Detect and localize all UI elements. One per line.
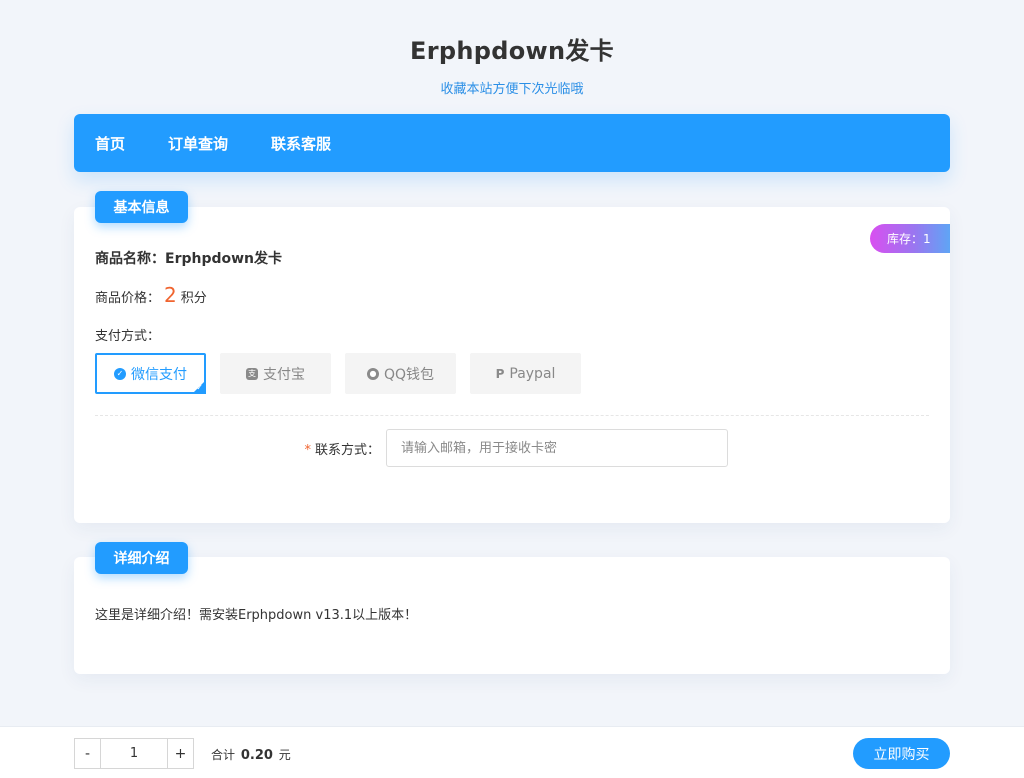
detail-text: 这里是详细介绍！需安装Erphpdown v13.1以上版本！ xyxy=(95,608,418,623)
bottom-purchase-bar: - + 合计 0.20 元 立即购买 xyxy=(0,726,1024,778)
site-title: Erphpdown发卡 xyxy=(410,37,614,65)
stock-label: 库存： xyxy=(887,232,924,246)
product-name-row: 商品名称：Erphpdown发卡 xyxy=(95,248,282,268)
nav-item-customer-service[interactable]: 联系客服 xyxy=(271,133,331,154)
quantity-increase-button[interactable]: + xyxy=(167,739,193,768)
qq-icon: ● xyxy=(366,367,379,380)
buy-now-button[interactable]: 立即购买 xyxy=(853,738,950,769)
pay-option-paypal[interactable]: P Paypal xyxy=(470,353,581,394)
total-price: 合计 0.20 元 xyxy=(211,746,291,763)
site-subtitle: 收藏本站方便下次光临哦 xyxy=(440,82,584,97)
price-unit: 积分 xyxy=(180,291,207,306)
total-label: 合计 xyxy=(211,748,236,762)
pay-option-label: 微信支付 xyxy=(131,366,187,383)
pay-option-label: QQ钱包 xyxy=(383,366,435,383)
product-price-row: 商品价格： 2 积分 xyxy=(95,283,207,307)
contact-email-input[interactable] xyxy=(386,429,728,467)
required-mark: * xyxy=(304,442,311,458)
divider xyxy=(95,415,929,416)
pay-option-label: Paypal xyxy=(509,365,556,382)
tab-basic-info: 基本信息 xyxy=(95,191,188,223)
main-navbar: 首页 订单查询 联系客服 xyxy=(74,114,950,172)
stock-badge: 库存： 1 xyxy=(870,224,950,253)
pay-option-wechat[interactable]: ✓ 微信支付 ✓ xyxy=(95,353,206,394)
price-value: 2 xyxy=(164,283,177,307)
pay-option-label: 支付宝 xyxy=(263,366,305,383)
alipay-icon: 支 xyxy=(246,367,258,380)
wechat-icon: ✓ xyxy=(114,367,126,380)
pay-method-label: 支付方式： xyxy=(95,329,161,344)
pay-method-options: ✓ 微信支付 ✓ 支 支付宝 ● QQ钱包 P Paypal xyxy=(95,353,595,394)
nav-item-home[interactable]: 首页 xyxy=(95,133,125,154)
basic-info-card: 库存： 1 商品名称：Erphpdown发卡 商品价格： 2 积分 支付方式： … xyxy=(74,207,950,523)
nav-item-order-query[interactable]: 订单查询 xyxy=(168,133,228,154)
total-unit: 元 xyxy=(278,748,291,762)
pay-option-alipay[interactable]: 支 支付宝 xyxy=(220,353,331,394)
quantity-input[interactable] xyxy=(101,739,167,768)
contact-label-text: 联系方式： xyxy=(314,442,380,458)
quantity-stepper: - + xyxy=(74,738,194,769)
price-label: 商品价格： xyxy=(95,291,161,306)
total-amount: 0.20 xyxy=(240,748,273,763)
contact-label: * 联系方式： xyxy=(302,439,380,458)
quantity-decrease-button[interactable]: - xyxy=(75,739,101,768)
site-header: Erphpdown发卡 收藏本站方便下次光临哦 xyxy=(0,0,1024,97)
stock-value: 1 xyxy=(923,231,931,246)
detail-card: 这里是详细介绍！需安装Erphpdown v13.1以上版本！ xyxy=(74,557,950,674)
product-name-label: 商品名称： xyxy=(95,251,165,267)
tab-detail: 详细介绍 xyxy=(95,542,188,574)
pay-option-qq[interactable]: ● QQ钱包 xyxy=(345,353,456,394)
paypal-icon: P xyxy=(495,366,505,381)
check-icon: ✓ xyxy=(196,383,203,392)
contact-row: * 联系方式： xyxy=(302,429,728,467)
product-name: Erphpdown发卡 xyxy=(165,251,283,267)
